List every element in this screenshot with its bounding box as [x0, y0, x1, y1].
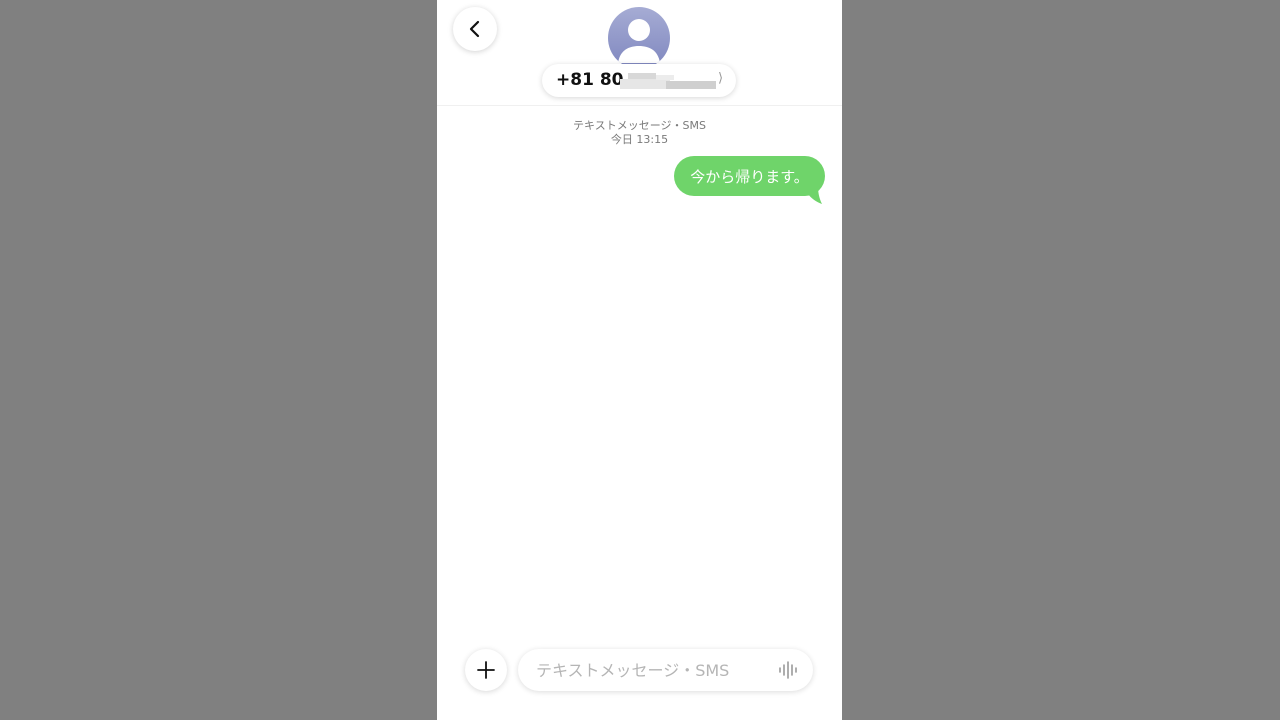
bubble-tail: [808, 186, 822, 204]
channel-label: テキストメッセージ・SMS: [573, 119, 706, 132]
waveform-icon: [779, 661, 797, 679]
message-input[interactable]: [536, 649, 766, 691]
contact-name: +81 80: [556, 70, 624, 90]
messages-screen: +81 80 ⟩ テキストメッセージ・SMS 今日 13:15 今から帰ります。: [437, 0, 842, 720]
thread-info: テキストメッセージ・SMS 今日 13:15: [437, 119, 842, 147]
contact-name-pill[interactable]: +81 80 ⟩: [542, 64, 736, 97]
back-button[interactable]: [453, 7, 497, 51]
contact-avatar[interactable]: [608, 7, 670, 69]
conversation-header: +81 80 ⟩: [437, 0, 842, 106]
message-composer: [518, 649, 813, 691]
message-timestamp: 今日 13:15: [610, 133, 669, 146]
voice-input-button[interactable]: [776, 659, 802, 681]
chevron-left-icon: [469, 20, 480, 38]
person-avatar-icon: [618, 19, 660, 63]
chevron-right-icon: ⟩: [718, 71, 724, 86]
redacted-phone-number: [620, 73, 716, 89]
message-text: 今から帰ります。: [690, 167, 809, 186]
outgoing-message-bubble[interactable]: 今から帰ります。: [674, 156, 825, 196]
plus-icon: [477, 661, 495, 679]
add-attachment-button[interactable]: [465, 649, 507, 691]
